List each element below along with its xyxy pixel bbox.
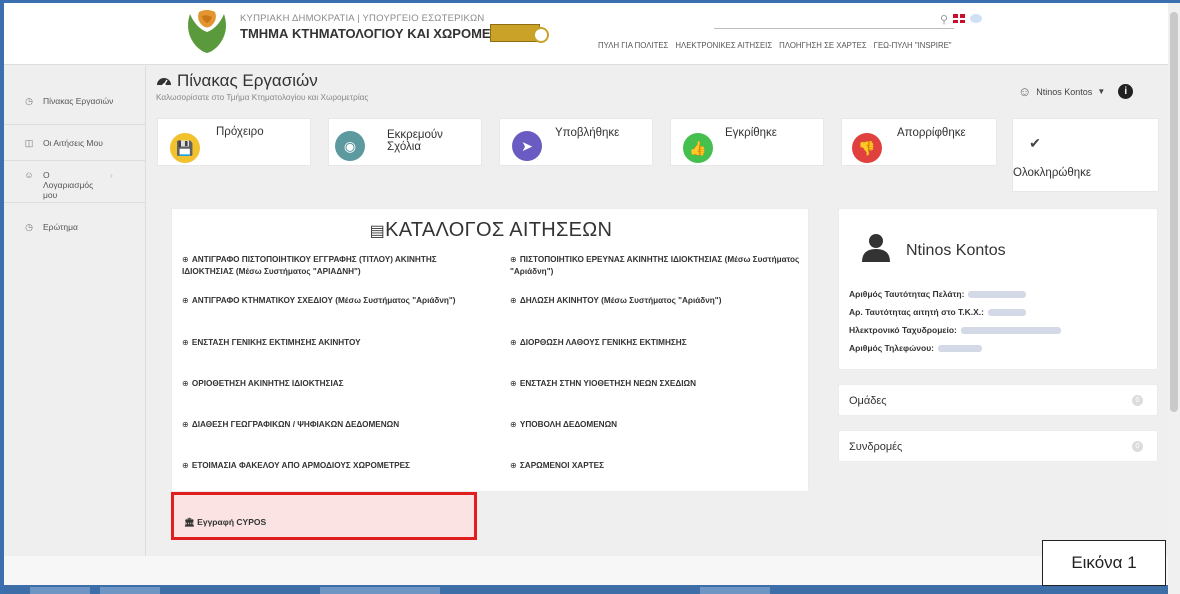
user-info-panel: Ntinos Kontos Αριθμός Ταυτότητας Πελάτη:… [838, 208, 1158, 370]
user-menu-name: Ntinos Kontos [1036, 86, 1093, 97]
page-title: Πίνακας Εργασιών [156, 71, 318, 91]
groups-label: Ομάδες [849, 395, 887, 407]
search-input[interactable] [714, 28, 954, 29]
sidebar-divider [4, 202, 146, 203]
info-icon[interactable]: i [1118, 84, 1134, 99]
catalog-link[interactable]: ⊕ ΠΙΣΤΟΠΟΙΗΤΙΚΟ ΕΡΕΥΝΑΣ ΑΚΙΝΗΤΗΣ ΙΔΙΟΚΤΗΣ… [510, 254, 800, 278]
subscriptions-label: Συνδρομές [849, 441, 903, 453]
chevron-right-icon: › [110, 170, 113, 180]
sidebar-item-my-account[interactable]: ☺ Ο Λογαριασμός μου › [0, 170, 142, 200]
catalog-link[interactable]: ⊕ ΕΝΣΤΑΣΗ ΣΤΗΝ ΥΙΟΘΕΤΗΣΗ ΝΕΩΝ ΣΧΕΔΙΩΝ [510, 378, 800, 390]
sidebar-item-dashboard[interactable]: ◷ Πίνακας Εργασιών [0, 96, 142, 107]
taskbar-button[interactable] [30, 587, 90, 594]
ministry-label: ΚΥΠΡΙΑΚΗ ΔΗΜΟΚΡΑΤΙΑ | ΥΠΟΥΡΓΕΙΟ ΕΣΩΤΕΡΙΚ… [240, 13, 485, 24]
status-card-label: Υποβλήθηκε [555, 127, 620, 139]
groups-count-badge: 0 [1132, 395, 1143, 406]
send-icon: ➤ [512, 131, 542, 161]
status-card-pending-comments[interactable]: ◉ Εκκρεμούν Σχόλια [328, 118, 482, 166]
figure-caption: Εικόνα 1 [1042, 540, 1166, 586]
sidebar-divider [4, 160, 146, 161]
bank-icon: 🏛 [184, 517, 195, 527]
taskbar-button[interactable] [700, 587, 770, 594]
status-card-rejected[interactable]: 👎 Απορρίφθηκε [841, 118, 997, 166]
sidebar-item-label: Οι Αιτήσεις Μου [43, 138, 103, 148]
catalog-title: ▤ΚΑΤΑΛΟΓΟΣ ΑΙΤΗΣΕΩΝ [172, 219, 810, 242]
catalog-link[interactable]: ⊕ ΕΤΟΙΜΑΣΙΑ ΦΑΚΕΛΟΥ ΑΠΟ ΑΡΜΟΔΙΟΥΣ ΧΩΡΟΜΕΤ… [182, 460, 482, 472]
thumbs-down-icon: 👎 [852, 133, 882, 163]
taskbar [4, 585, 1168, 594]
sidebar-item-label: Ερώτημα [43, 222, 78, 232]
user-name: Ntinos Kontos [906, 242, 1006, 259]
sidebar-item-label: Ο Λογαριασμός μου [43, 170, 94, 200]
search-icon[interactable]: ⚲ [940, 13, 948, 26]
inbox-icon: ◫ [24, 138, 34, 148]
save-icon: 💾 [170, 133, 200, 163]
check-circle-icon: ✔ [1025, 133, 1045, 153]
status-card-submitted[interactable]: ➤ Υποβλήθηκε [499, 118, 653, 166]
groups-panel[interactable]: Ομάδες 0 [838, 384, 1158, 416]
sidebar-item-label: Πίνακας Εργασιών [43, 96, 114, 106]
catalog-link[interactable]: ⊕ ΔΙΟΡΘΩΣΗ ΛΑΘΟΥΣ ΓΕΝΙΚΗΣ ΕΚΤΙΜΗΣΗΣ [510, 337, 800, 349]
client-id-field: Αριθμός Ταυτότητας Πελάτη: [849, 289, 1027, 299]
thumbs-up-icon: 👍 [683, 133, 713, 163]
nav-maps[interactable]: ΠΛΟΗΓΗΣΗ ΣΕ ΧΑΡΤΕΣ [779, 41, 866, 50]
catalog-link[interactable]: ⊕ ΟΡΙΟΘΕΤΗΣΗ ΑΚΙΝΗΤΗΣ ΙΔΙΟΚΤΗΣΙΑΣ [182, 378, 482, 390]
catalog-link[interactable]: ⊕ ΔΗΛΩΣΗ ΑΚΙΝΗΤΟΥ (Μέσω Συστήματος "Αριάδ… [510, 295, 800, 307]
welcome-subtitle: Καλωσορίσατε στο Τμήμα Κτηματολογίου και… [156, 93, 369, 102]
scrollbar-thumb[interactable] [1170, 12, 1178, 412]
dashboard-icon [157, 78, 171, 87]
sidebar-item-my-applications[interactable]: ◫ Οι Αιτήσεις Μου [0, 138, 142, 149]
site-header [4, 3, 1168, 65]
subscriptions-count-badge: 0 [1132, 441, 1143, 452]
catalog-link[interactable]: ⊕ ΑΝΤΙΓΡΑΦΟ ΚΤΗΜΑΤΙΚΟΥ ΣΧΕΔΙΟΥ (Μέσω Συστ… [182, 295, 482, 307]
taskbar-button[interactable] [100, 587, 160, 594]
catalog-title-text: ΚΑΤΑΛΟΓΟΣ ΑΙΤΗΣΕΩΝ [385, 219, 613, 241]
status-card-completed[interactable]: ✔ Ολοκληρώθηκε [1012, 118, 1159, 192]
page-title-text: Πίνακας Εργασιών [177, 71, 318, 90]
nav-e-applications[interactable]: ΗΛΕΚΤΡΟΝΙΚΕΣ ΑΙΤΗΣΕΙΣ [675, 41, 772, 50]
comment-icon: ◉ [335, 131, 365, 161]
user-icon: ☺ [1018, 84, 1032, 99]
subscriptions-panel[interactable]: Συνδρομές 0 [838, 430, 1158, 462]
english-flag-icon[interactable] [953, 14, 965, 23]
department-title: ΤΜΗΜΑ ΚΤΗΜΑΤΟΛΟΓΙΟΥ ΚΑΙ ΧΩΡΟΜΕΤΡΙΑΣ [240, 26, 528, 41]
question-icon: ◷ [25, 222, 33, 232]
cadastre-badge-logo [490, 24, 549, 43]
greek-flag-icon[interactable] [970, 14, 982, 23]
nav-inspire[interactable]: ΓΕΩ-ΠΥΛΗ "INSPIRE" [874, 41, 952, 50]
phone-field: Αριθμός Τηλεφώνου: [849, 343, 982, 353]
status-card-draft[interactable]: 💾 Πρόχειρο [157, 118, 311, 166]
taskbar-button[interactable] [320, 587, 440, 594]
sidebar-divider [4, 124, 146, 125]
email-field: Ηλεκτρονικό Ταχυδρομείο: [849, 325, 1061, 335]
catalog-link[interactable]: ⊕ ΥΠΟΒΟΛΗ ΔΕΔΟΜΕΝΩΝ [510, 419, 800, 431]
applicant-id-field: Αρ. Ταυτότητας αιτητή στο Τ.Κ.Χ.: [849, 307, 1026, 317]
cypos-registration-link[interactable]: 🏛 Εγγραφή CYPOS [171, 492, 477, 540]
status-card-label: Εγκρίθηκε [725, 127, 777, 139]
catalog-link[interactable]: ⊕ ΔΙΑΘΕΣΗ ΓΕΩΓΡΑΦΙΚΩΝ / ΨΗΦΙΑΚΩΝ ΔΕΔΟΜΕΝΩ… [182, 419, 482, 431]
list-icon: ▤ [369, 223, 386, 240]
user-icon: ☺ [24, 170, 34, 180]
caret-down-icon: ▼ [1097, 87, 1106, 96]
cypos-label: 🏛 Εγγραφή CYPOS [184, 517, 267, 527]
clock-icon: ◷ [25, 96, 33, 106]
status-card-label: Εκκρεμούν Σχόλια [387, 129, 443, 153]
coat-of-arms-logo [188, 10, 226, 53]
catalog-link[interactable]: ⊕ ΑΝΤΙΓΡΑΦΟ ΠΙΣΤΟΠΟΙΗΤΙΚΟΥ ΕΓΓΡΑΦΗΣ (ΤΙΤΛ… [182, 254, 482, 278]
catalog-link[interactable]: ⊕ ΣΑΡΩΜΕΝΟΙ ΧΑΡΤΕΣ [510, 460, 800, 472]
sidebar-item-query[interactable]: ◷ Ερώτημα [0, 222, 142, 233]
applications-catalog: ▤ΚΑΤΑΛΟΓΟΣ ΑΙΤΗΣΕΩΝ ⊕ ΑΝΤΙΓΡΑΦΟ ΠΙΣΤΟΠΟΙΗ… [171, 208, 809, 492]
top-navigation: ΠΥΛΗ ΓΙΑ ΠΟΛΙΤΕΣ ΗΛΕΚΤΡΟΝΙΚΕΣ ΑΙΤΗΣΕΙΣ Π… [598, 41, 952, 50]
avatar [862, 234, 890, 262]
catalog-link[interactable]: ⊕ ΕΝΣΤΑΣΗ ΓΕΝΙΚΗΣ ΕΚΤΙΜΗΣΗΣ ΑΚΙΝΗΤΟΥ [182, 337, 482, 349]
nav-citizens-portal[interactable]: ΠΥΛΗ ΓΙΑ ΠΟΛΙΤΕΣ [598, 41, 668, 50]
status-card-approved[interactable]: 👍 Εγκρίθηκε [670, 118, 824, 166]
status-card-label: Ολοκληρώθηκε [1013, 167, 1092, 179]
status-card-label: Απορρίφθηκε [897, 127, 966, 139]
status-card-label: Πρόχειρο [216, 126, 264, 138]
user-menu[interactable]: ☺ Ntinos Kontos ▼ i [1018, 84, 1134, 99]
